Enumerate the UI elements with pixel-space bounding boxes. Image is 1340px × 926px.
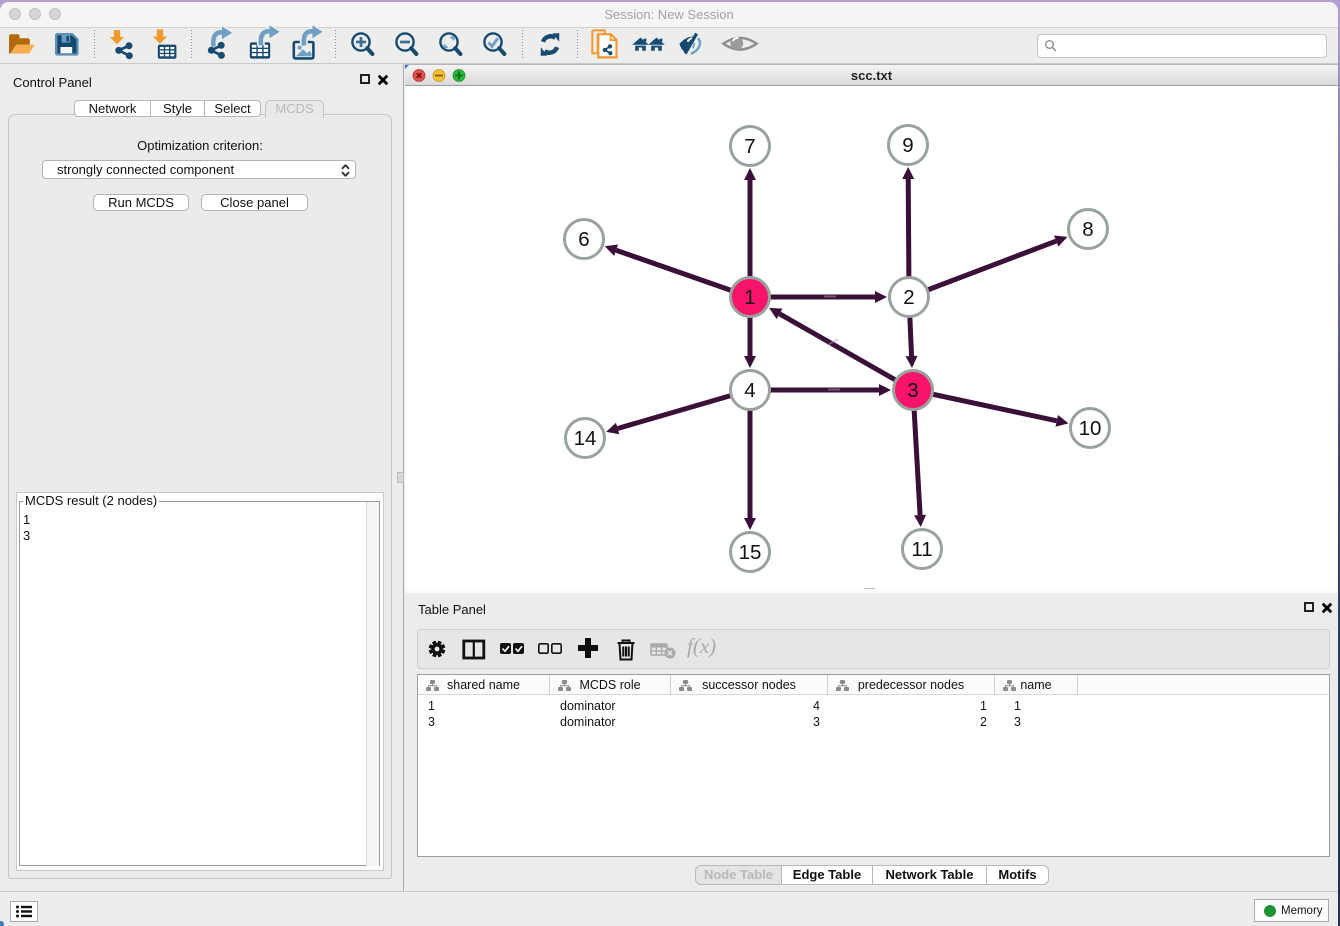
svg-text:4: 4 bbox=[744, 379, 755, 402]
svg-text:2: 2 bbox=[903, 286, 914, 309]
svg-text:6: 6 bbox=[578, 228, 589, 251]
svg-text:15: 15 bbox=[739, 541, 762, 564]
svg-text:7: 7 bbox=[744, 135, 755, 158]
svg-text:10: 10 bbox=[1079, 417, 1102, 440]
svg-text:11: 11 bbox=[911, 538, 932, 561]
svg-text:14: 14 bbox=[574, 427, 597, 450]
svg-text:9: 9 bbox=[902, 134, 913, 157]
svg-text:8: 8 bbox=[1082, 218, 1093, 241]
svg-text:1: 1 bbox=[744, 286, 755, 309]
svg-text:3: 3 bbox=[907, 379, 918, 402]
